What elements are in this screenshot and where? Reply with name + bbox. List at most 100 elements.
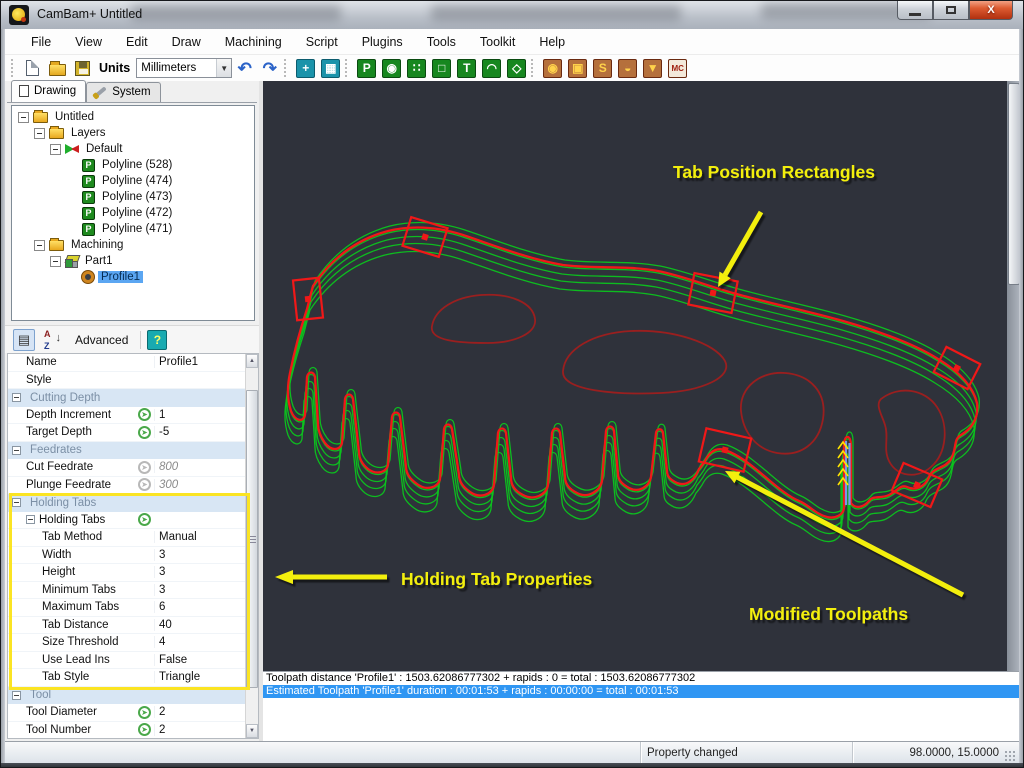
tab-drawing[interactable]: Drawing <box>11 80 86 102</box>
log-line[interactable]: Toolpath distance 'Profile1' : 1503.6208… <box>263 672 1021 685</box>
collapse-icon[interactable] <box>12 691 21 700</box>
menu-item-machining[interactable]: Machining <box>213 31 294 53</box>
menu-item-tools[interactable]: Tools <box>415 31 468 53</box>
text-button[interactable]: T <box>455 58 478 79</box>
property-row[interactable]: Use Lead InsFalse <box>8 652 245 670</box>
tree-expander-icon[interactable] <box>34 240 45 251</box>
menu-item-file[interactable]: File <box>19 31 63 53</box>
tree-row[interactable]: Untitled <box>12 109 254 125</box>
tree-expander-icon[interactable] <box>18 112 29 123</box>
menu-item-plugins[interactable]: Plugins <box>350 31 415 53</box>
scrollbar-thumb[interactable] <box>246 390 258 688</box>
tree-row[interactable]: Machining <box>12 237 254 253</box>
drawing-tree[interactable]: UntitledLayersDefaultPPolyline (528)PPol… <box>11 105 255 321</box>
tree-row[interactable]: PPolyline (474) <box>12 173 254 189</box>
minimize-button[interactable] <box>897 1 933 20</box>
menu-item-edit[interactable]: Edit <box>114 31 160 53</box>
property-value[interactable]: False <box>154 654 245 666</box>
arc-button[interactable]: ◠ <box>480 58 503 79</box>
tree-expander-icon[interactable] <box>50 256 61 267</box>
op-ncfile-button[interactable]: MC <box>666 58 689 79</box>
tree-row[interactable]: Profile1 <box>12 269 254 285</box>
menu-item-draw[interactable]: Draw <box>160 31 213 53</box>
property-value[interactable]: 800 <box>154 461 245 473</box>
collapse-icon[interactable] <box>12 393 21 402</box>
property-value[interactable]: -5 <box>154 426 245 438</box>
property-row[interactable]: Style <box>8 372 245 390</box>
property-row[interactable]: Tab MethodManual <box>8 529 245 547</box>
help-button[interactable]: ? <box>147 330 167 350</box>
advanced-button[interactable]: Advanced <box>69 331 134 349</box>
property-value[interactable]: 2 <box>154 724 245 736</box>
circle-button[interactable]: ◉ <box>380 58 403 79</box>
tab-system[interactable]: System <box>86 82 160 102</box>
op-drill-button[interactable]: ▼ <box>641 58 664 79</box>
op-pocket-button[interactable]: ◉ <box>541 58 564 79</box>
menu-item-view[interactable]: View <box>63 31 114 53</box>
scroll-down-arrow-icon[interactable]: ▼ <box>246 724 258 738</box>
property-value[interactable]: 3 <box>154 584 245 596</box>
property-row[interactable]: Tool Diameter➤2 <box>8 704 245 722</box>
property-row[interactable]: Plunge Feedrate➤300 <box>8 477 245 495</box>
op-lathe-button[interactable]: ◒ <box>616 58 639 79</box>
property-row[interactable]: Maximum Tabs6 <box>8 599 245 617</box>
new-file-button[interactable] <box>21 58 44 79</box>
property-row[interactable]: Target Depth➤-5 <box>8 424 245 442</box>
tree-row[interactable]: Default <box>12 141 254 157</box>
grid-button[interactable]: ▦ <box>319 58 342 79</box>
sort-alphabetical-button[interactable]: A Z ↓ <box>41 329 63 351</box>
open-file-button[interactable] <box>46 58 69 79</box>
polyline-button[interactable]: P <box>355 58 378 79</box>
close-button[interactable]: X <box>969 1 1013 20</box>
property-row[interactable]: Tab StyleTriangle <box>8 669 245 687</box>
tree-expander-icon[interactable] <box>34 128 45 139</box>
tree-row[interactable]: PPolyline (472) <box>12 205 254 221</box>
property-value[interactable]: Profile1 <box>154 356 245 368</box>
menu-item-help[interactable]: Help <box>527 31 577 53</box>
property-row[interactable]: Tab Distance40 <box>8 617 245 635</box>
property-row[interactable]: Tool Number➤2 <box>8 722 245 739</box>
property-value[interactable]: Manual <box>154 531 245 543</box>
property-row[interactable]: Height3 <box>8 564 245 582</box>
menu-item-toolkit[interactable]: Toolkit <box>468 31 527 53</box>
property-value[interactable]: 40 <box>154 619 245 631</box>
redo-button[interactable]: ↷ <box>258 58 281 79</box>
collapse-icon[interactable] <box>12 446 21 455</box>
property-value[interactable]: 6 <box>154 601 245 613</box>
property-value[interactable]: 300 <box>154 479 245 491</box>
op-profile-button[interactable]: ▣ <box>566 58 589 79</box>
tree-row[interactable]: Part1 <box>12 253 254 269</box>
property-row[interactable]: Width3 <box>8 547 245 565</box>
tree-row[interactable]: PPolyline (528) <box>12 157 254 173</box>
tree-row[interactable]: PPolyline (471) <box>12 221 254 237</box>
maximize-button[interactable] <box>933 1 969 20</box>
property-grid-scrollbar[interactable]: ▲ ▼ <box>245 354 258 738</box>
point-button[interactable]: + <box>294 58 317 79</box>
op-engrave-button[interactable]: S <box>591 58 614 79</box>
property-value[interactable]: 2 <box>154 706 245 718</box>
property-row[interactable]: NameProfile1 <box>8 354 245 372</box>
tree-row[interactable]: Layers <box>12 125 254 141</box>
tree-row[interactable]: PPolyline (473) <box>12 189 254 205</box>
collapse-icon[interactable] <box>12 498 21 507</box>
property-value[interactable]: 1 <box>154 409 245 421</box>
undo-button[interactable]: ↶ <box>233 58 256 79</box>
collapse-icon[interactable] <box>26 515 35 524</box>
resize-grip[interactable] <box>1005 751 1015 761</box>
save-file-button[interactable] <box>71 58 94 79</box>
scroll-up-arrow-icon[interactable]: ▲ <box>246 354 258 368</box>
point-list-button[interactable]: ∷ <box>405 58 428 79</box>
menu-item-script[interactable]: Script <box>294 31 350 53</box>
property-row[interactable]: Minimum Tabs3 <box>8 582 245 600</box>
combo-dropdown-arrow-icon[interactable]: ▼ <box>216 59 231 77</box>
property-row[interactable]: Size Threshold4 <box>8 634 245 652</box>
tree-expander-icon[interactable] <box>50 144 61 155</box>
property-value[interactable]: 3 <box>154 566 245 578</box>
log-line[interactable]: Estimated Toolpath 'Profile1' duration :… <box>263 685 1021 698</box>
property-row[interactable]: Holding Tabs➤ <box>8 512 245 530</box>
property-value[interactable]: Triangle <box>154 671 245 683</box>
surface-button[interactable]: ◇ <box>505 58 528 79</box>
property-row[interactable]: Cut Feedrate➤800 <box>8 459 245 477</box>
rectangle-button[interactable]: □ <box>430 58 453 79</box>
categorized-view-button[interactable]: ▤ <box>13 329 35 351</box>
